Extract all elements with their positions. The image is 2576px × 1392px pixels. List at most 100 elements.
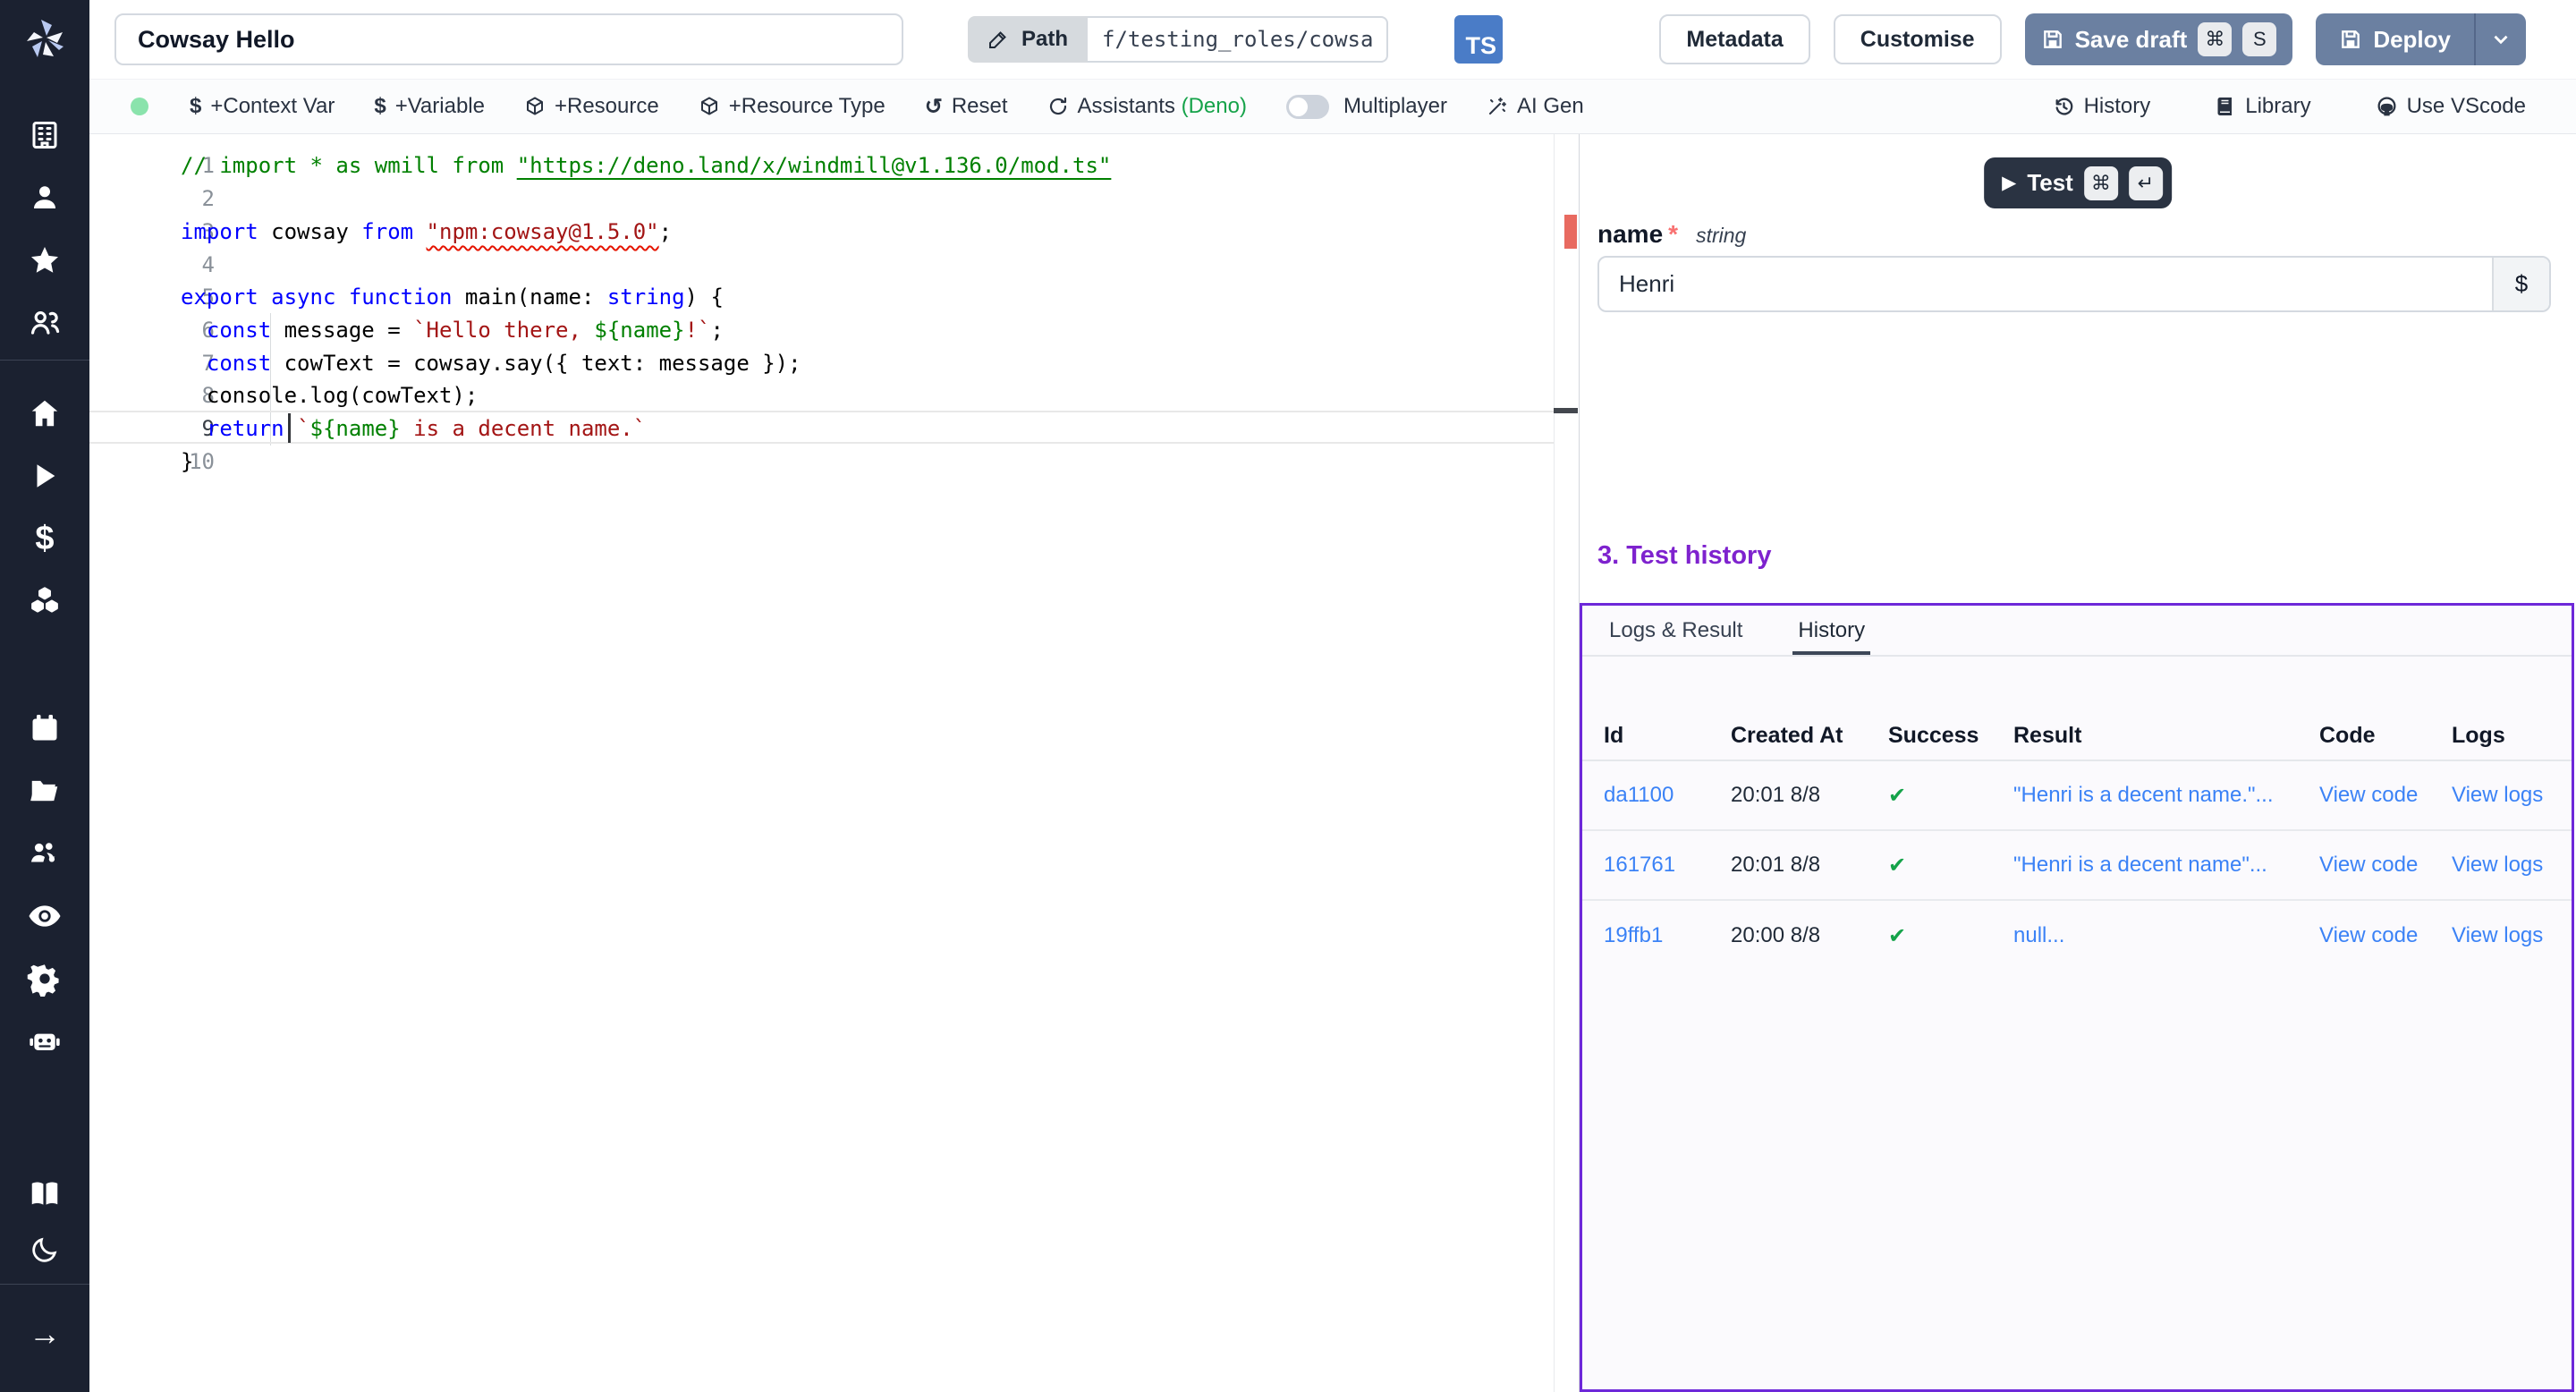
job-id-link[interactable]: da1100	[1604, 783, 1731, 808]
code-line[interactable]: 6 const message = `Hello there, ${name}!…	[89, 314, 1579, 347]
deploy-button-group: Deploy	[2316, 13, 2526, 65]
result-link[interactable]: null...	[2013, 923, 2319, 948]
argument-name: name	[1597, 220, 1663, 249]
path-label: Path	[1021, 27, 1068, 52]
undo-icon: ↺	[925, 94, 943, 120]
code-line[interactable]: 3import cowsay from "npm:cowsay@1.5.0";	[89, 215, 1579, 248]
folders-icon[interactable]	[0, 760, 89, 822]
tab-history[interactable]: History	[1798, 606, 1865, 655]
dollar-icon: $	[190, 94, 201, 119]
test-button[interactable]: ▶ Test ⌘ ↵	[1984, 157, 2172, 208]
view-logs-link[interactable]: View logs	[2452, 783, 2572, 808]
path-value-field[interactable]: f/testing_roles/cowsa	[1088, 16, 1388, 63]
add-resource-type-button[interactable]: +Resource Type	[699, 94, 886, 119]
history-tabs: Logs & Result History	[1582, 606, 2572, 657]
sidebar: $ →	[0, 0, 89, 1392]
overview-ruler-cursor-marker	[1554, 408, 1578, 413]
history-table: Id Created At Success Result Code Logs d…	[1582, 711, 2572, 971]
variables-icon[interactable]: $	[0, 507, 89, 570]
windmill-logo-icon[interactable]	[0, 0, 89, 79]
code-line[interactable]: 9 return `${name} is a decent name.`	[89, 412, 1579, 446]
deploy-button[interactable]: Deploy	[2316, 13, 2474, 65]
user-icon[interactable]	[0, 166, 89, 229]
view-logs-link[interactable]: View logs	[2452, 853, 2572, 878]
library-button[interactable]: Library	[2215, 94, 2310, 119]
view-logs-link[interactable]: View logs	[2452, 923, 2572, 948]
status-dot	[131, 98, 148, 115]
code-line[interactable]: 1// import * as wmill from "https://deno…	[89, 149, 1579, 182]
schedules-icon[interactable]	[0, 697, 89, 760]
code-line[interactable]: 5export async function main(name: string…	[89, 281, 1579, 314]
code-line[interactable]: 2	[89, 182, 1579, 216]
runs-icon[interactable]	[0, 445, 89, 507]
audit-eye-icon[interactable]	[0, 885, 89, 947]
test-history-heading: 3. Test history	[1597, 541, 1771, 571]
script-title-input[interactable]	[114, 13, 903, 65]
argument-label-row: name* string	[1597, 220, 1746, 249]
resources-icon[interactable]	[0, 570, 89, 632]
collapse-arrow-icon[interactable]: →	[0, 1303, 89, 1365]
result-link[interactable]: "Henri is a decent name."...	[2013, 783, 2319, 808]
code-line[interactable]: 8 console.log(cowText);	[89, 379, 1579, 412]
job-id-link[interactable]: 161761	[1604, 853, 1731, 878]
view-code-link[interactable]: View code	[2319, 853, 2452, 878]
reset-button[interactable]: ↺ Reset	[925, 94, 1008, 120]
ai-gen-button[interactable]: AI Gen	[1487, 94, 1584, 119]
groups-icon[interactable]	[0, 292, 89, 354]
path-group: Path f/testing_roles/cowsa	[968, 16, 1388, 63]
add-variable-button[interactable]: $ +Variable	[374, 94, 485, 119]
path-edit-button[interactable]: Path	[968, 16, 1088, 63]
code-line[interactable]: 10}	[89, 445, 1579, 478]
created-at: 20:01 8/8	[1731, 853, 1888, 878]
dollar-icon: $	[374, 94, 386, 119]
history-button[interactable]: History	[2053, 94, 2151, 119]
overview-ruler-error-marker	[1564, 215, 1577, 249]
metadata-button[interactable]: Metadata	[1659, 14, 1809, 64]
result-link[interactable]: "Henri is a decent name"...	[2013, 853, 2319, 878]
typescript-badge[interactable]: TS	[1454, 15, 1503, 64]
use-vscode-button[interactable]: Use VScode	[2376, 94, 2526, 119]
add-resource-button[interactable]: +Resource	[524, 94, 659, 119]
created-at: 20:01 8/8	[1731, 783, 1888, 808]
required-asterisk: *	[1668, 220, 1678, 249]
insert-variable-button[interactable]: $	[2492, 258, 2549, 310]
line-number: 4	[89, 252, 215, 277]
topbar: Path f/testing_roles/cowsa TS Metadata C…	[89, 0, 2576, 79]
settings-gear-icon[interactable]	[0, 947, 89, 1010]
code-line[interactable]: 4	[89, 248, 1579, 281]
code-editor[interactable]: 1// import * as wmill from "https://deno…	[89, 134, 1579, 1392]
code-line[interactable]: 7 const cowText = cowsay.say({ text: mes…	[89, 346, 1579, 379]
assistants-button[interactable]: Assistants (Deno)	[1047, 94, 1247, 119]
workers-robot-icon[interactable]	[0, 1010, 89, 1073]
home-icon[interactable]	[0, 382, 89, 445]
customise-button[interactable]: Customise	[1834, 14, 2002, 64]
star-icon[interactable]	[0, 229, 89, 292]
deploy-dropdown-button[interactable]	[2476, 13, 2526, 65]
save-draft-button[interactable]: Save draft ⌘ S	[2025, 13, 2293, 65]
line-number: 2	[89, 186, 215, 211]
book-icon	[2215, 96, 2236, 117]
dark-mode-moon-icon[interactable]	[0, 1225, 89, 1275]
view-code-link[interactable]: View code	[2319, 923, 2452, 948]
groups-admin-icon[interactable]	[0, 822, 89, 885]
docs-book-icon[interactable]	[0, 1162, 89, 1225]
tab-logs-result[interactable]: Logs & Result	[1609, 606, 1742, 655]
view-code-link[interactable]: View code	[2319, 783, 2452, 808]
wand-icon	[1487, 96, 1508, 117]
windmill-script-editor: $ →	[0, 0, 2576, 1392]
assistants-lang: (Deno)	[1182, 94, 1247, 118]
editor-toolbar: $ +Context Var $ +Variable +Resource +Re…	[89, 79, 2576, 134]
job-id-link[interactable]: 19ffb1	[1604, 923, 1731, 948]
multiplayer-toggle[interactable]	[1286, 95, 1329, 119]
history-table-row: 19ffb120:00 8/8✔null...View codeView log…	[1582, 901, 2572, 971]
add-context-var-button[interactable]: $ +Context Var	[190, 94, 335, 119]
save-icon	[2041, 28, 2064, 51]
multiplayer-label: Multiplayer	[1343, 94, 1447, 119]
package-icon	[699, 96, 720, 117]
success-check-icon: ✔	[1888, 783, 2013, 809]
overview-ruler-edge	[1554, 134, 1555, 1392]
package-icon	[524, 96, 546, 117]
workspace-icon[interactable]	[0, 104, 89, 166]
argument-value-input[interactable]: Henri	[1599, 258, 2492, 310]
argument-type: string	[1696, 224, 1746, 248]
